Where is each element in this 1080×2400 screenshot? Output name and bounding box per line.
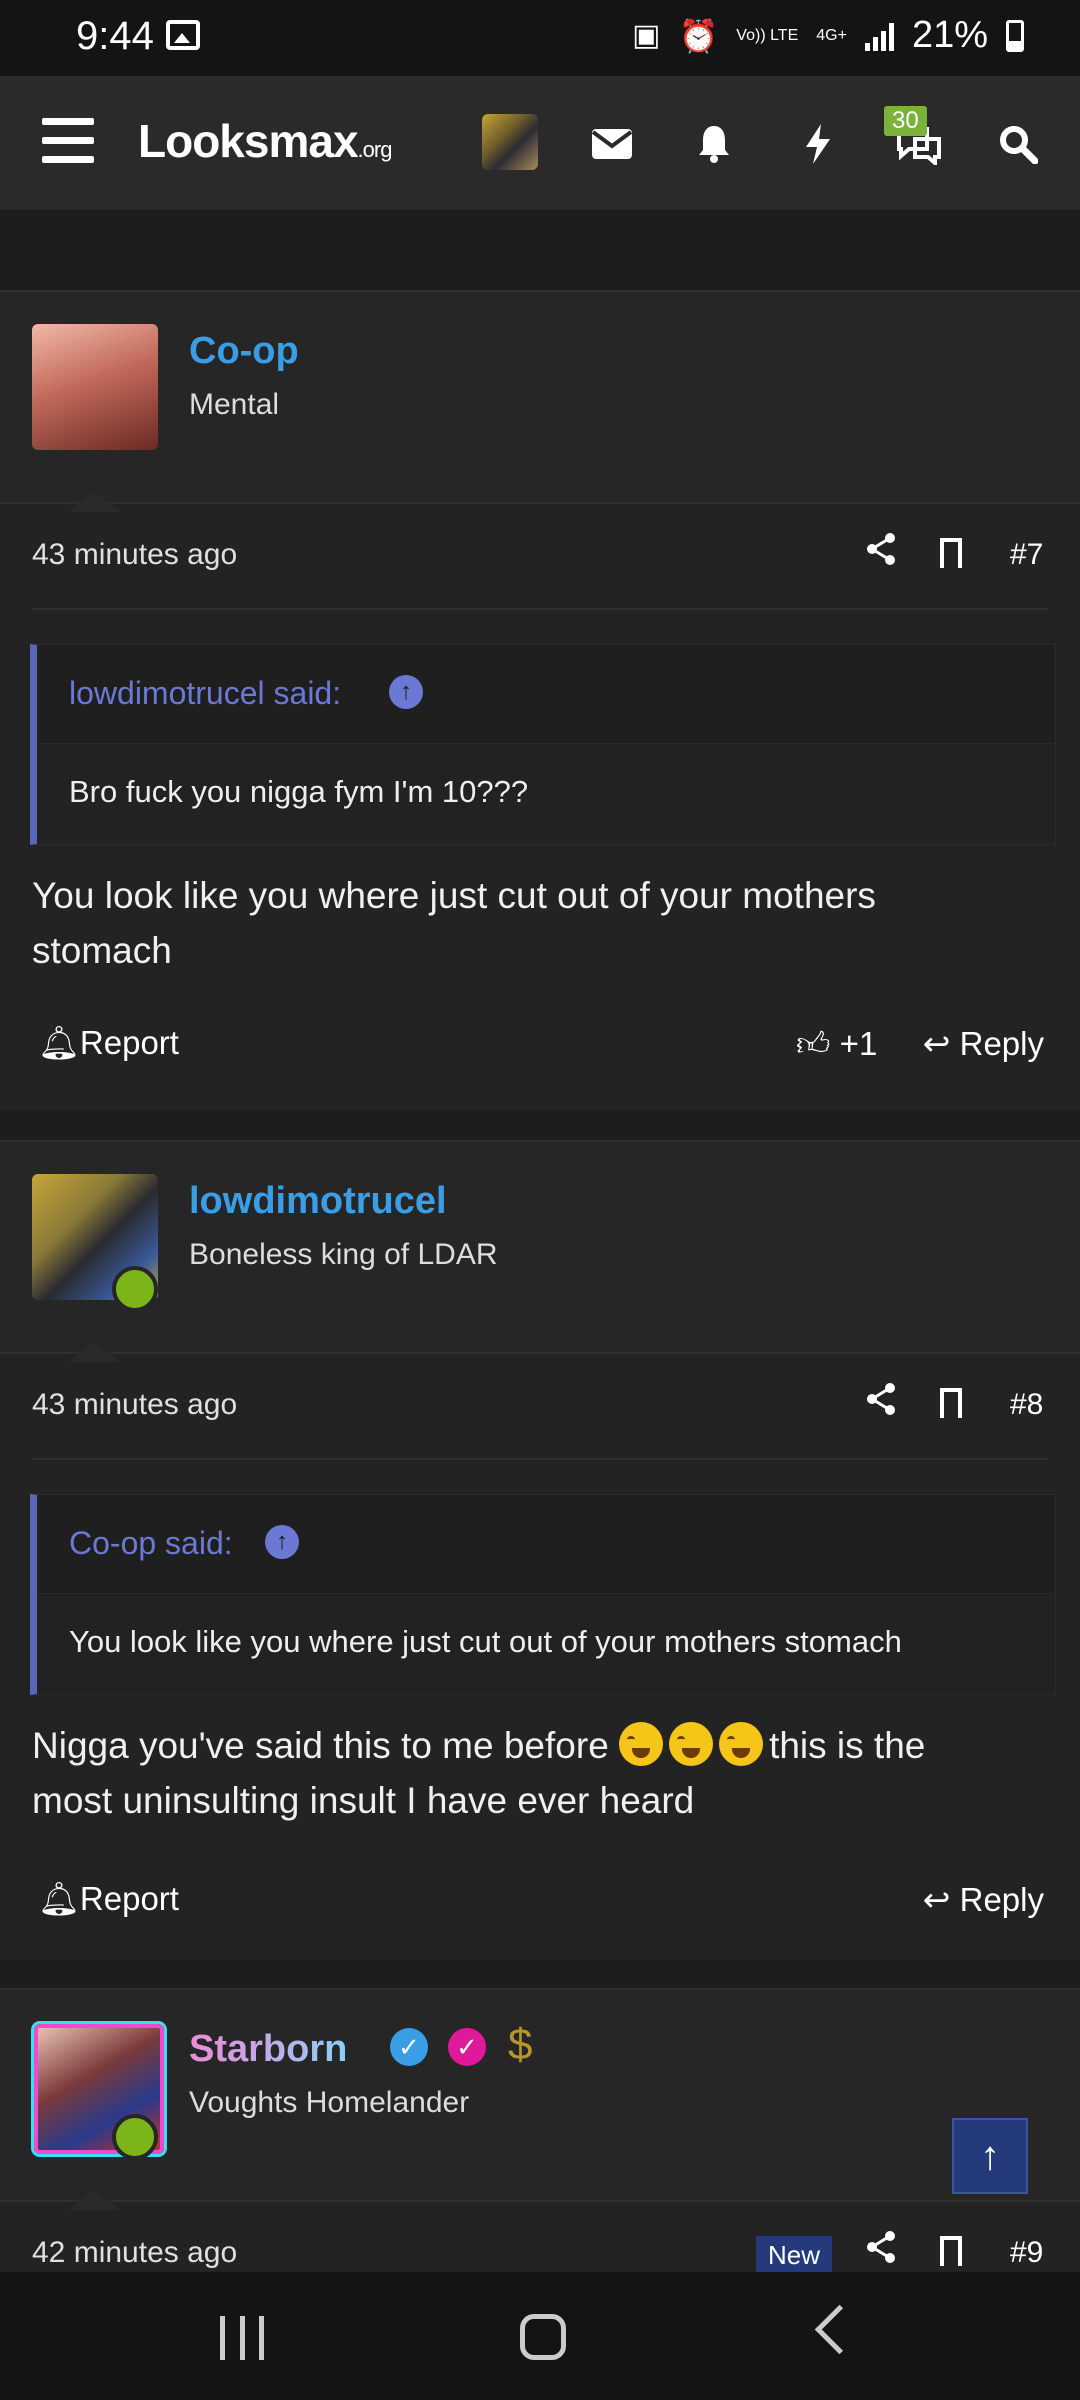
share-icon[interactable] xyxy=(866,2230,896,2272)
lightning-icon[interactable] xyxy=(790,116,846,172)
quote-block: Co-op said: ↑ You look like you where ju… xyxy=(30,1494,1056,1695)
menu-icon[interactable] xyxy=(42,118,94,164)
post-7: Co-op Mental 43 minutes ago #7 lowdimotr… xyxy=(0,290,1080,1110)
online-indicator xyxy=(112,1266,158,1312)
site-header: Looksmax.org 30 xyxy=(0,76,1080,212)
back-icon[interactable] xyxy=(814,2304,865,2355)
post-author-block: lowdimotrucel Boneless king of LDAR xyxy=(0,1140,1080,1362)
post-message: Nigga you've said this to me before this… xyxy=(32,1718,1032,1828)
network-type: 4G+ xyxy=(816,26,847,44)
post-8: lowdimotrucel Boneless king of LDAR 43 m… xyxy=(0,1140,1080,1960)
quote-text: Bro fuck you nigga fym I'm 10??? xyxy=(69,774,529,809)
post-meta: 43 minutes ago #7 xyxy=(0,504,1080,604)
share-icon[interactable] xyxy=(866,1382,896,1424)
bookmark-icon[interactable] xyxy=(940,1388,962,1419)
post-message: You look like you where just cut out of … xyxy=(32,875,876,971)
reply-icon: ↩ xyxy=(922,1025,951,1062)
crying-laughing-emoji xyxy=(669,1722,714,1766)
post-author-block: Starborn ✓ ✓ $ Voughts Homelander xyxy=(0,1988,1080,2210)
reply-button[interactable]: ↩ Reply xyxy=(923,1024,1044,1063)
status-time: 9:44 xyxy=(76,14,154,58)
bell-icon: 🔔︎ xyxy=(38,1024,80,1061)
bell-icon: 🔔︎ xyxy=(38,1880,80,1917)
system-nav-bar xyxy=(0,2272,1080,2400)
search-icon[interactable] xyxy=(990,116,1046,172)
status-bar: 9:44 ▣ ⏰ Vo)) LTE 4G+ 21% xyxy=(0,0,1080,76)
post-actions: 🔔︎Report 👍︎ +1 ↩ Reply xyxy=(0,1010,1080,1080)
user-title: Boneless king of LDAR xyxy=(189,1238,498,1271)
username[interactable]: Co-op xyxy=(189,330,299,373)
recent-apps-icon[interactable] xyxy=(220,2316,264,2360)
quote-author[interactable]: lowdimotrucel said: xyxy=(69,675,341,712)
post-number[interactable]: #7 xyxy=(1010,538,1043,572)
gallery-notification-icon xyxy=(166,20,200,50)
post-author-block: Co-op Mental xyxy=(0,290,1080,512)
quote-author[interactable]: Co-op said: xyxy=(69,1525,233,1562)
user-title: Mental xyxy=(189,388,280,421)
battery-icon xyxy=(1006,19,1024,52)
share-icon[interactable] xyxy=(866,532,896,574)
signal-icon xyxy=(864,21,894,51)
bell-icon[interactable] xyxy=(686,116,742,172)
jump-to-quote-icon[interactable]: ↑ xyxy=(389,675,423,709)
user-title: Voughts Homelander xyxy=(189,2086,470,2119)
account-avatar[interactable] xyxy=(482,114,538,170)
avatar[interactable] xyxy=(32,324,158,450)
bookmark-icon[interactable] xyxy=(940,2236,962,2267)
battery-percent: 21% xyxy=(911,14,988,56)
quote-text: You look like you where just cut out of … xyxy=(69,1624,902,1659)
volte-indicator: Vo)) LTE xyxy=(736,26,799,44)
username[interactable]: lowdimotrucel xyxy=(189,1180,447,1223)
jump-to-quote-icon[interactable]: ↑ xyxy=(265,1525,299,1559)
new-badge: New xyxy=(756,2236,833,2275)
post-number[interactable]: #9 xyxy=(1010,2236,1043,2270)
thumbs-up-icon: 👍︎ xyxy=(796,1025,831,1062)
site-logo[interactable]: Looksmax.org xyxy=(138,114,392,168)
alarm-icon: ⏰ xyxy=(678,17,719,54)
home-icon[interactable] xyxy=(520,2314,566,2360)
bookmark-icon[interactable] xyxy=(940,538,962,569)
reply-button[interactable]: ↩ Reply xyxy=(923,1880,1044,1919)
post-actions: 🔔︎Report ↩ Reply xyxy=(0,1866,1080,1936)
pink-verified-badge-icon: ✓ xyxy=(448,2028,486,2066)
verified-badge-icon: ✓ xyxy=(390,2028,428,2066)
post-number[interactable]: #8 xyxy=(1010,1388,1043,1422)
post-meta: 43 minutes ago #8 xyxy=(0,1354,1080,1454)
crying-laughing-emoji xyxy=(619,1722,664,1766)
envelope-icon[interactable] xyxy=(584,116,640,172)
battery-saver-icon: ▣ xyxy=(632,19,661,52)
post-time[interactable]: 43 minutes ago xyxy=(32,538,237,572)
report-button[interactable]: 🔔︎Report xyxy=(38,1880,179,1919)
conversations-badge: 30 xyxy=(884,106,927,136)
like-button[interactable]: 👍︎ +1 xyxy=(796,1024,877,1064)
online-indicator xyxy=(112,2114,158,2160)
scroll-to-top-button[interactable]: ↑ xyxy=(952,2118,1028,2194)
post-time[interactable]: 43 minutes ago xyxy=(32,1388,237,1422)
report-button[interactable]: 🔔︎Report xyxy=(38,1024,179,1063)
reply-icon: ↩ xyxy=(922,1881,951,1918)
dollar-badge-icon: $ xyxy=(508,2020,533,2069)
crying-laughing-emoji xyxy=(719,1722,764,1766)
quote-block: lowdimotrucel said: ↑ Bro fuck you nigga… xyxy=(30,644,1056,845)
username[interactable]: Starborn xyxy=(189,2028,347,2071)
post-9: Starborn ✓ ✓ $ Voughts Homelander 42 min… xyxy=(0,1988,1080,2272)
post-time[interactable]: 42 minutes ago xyxy=(32,2236,237,2270)
